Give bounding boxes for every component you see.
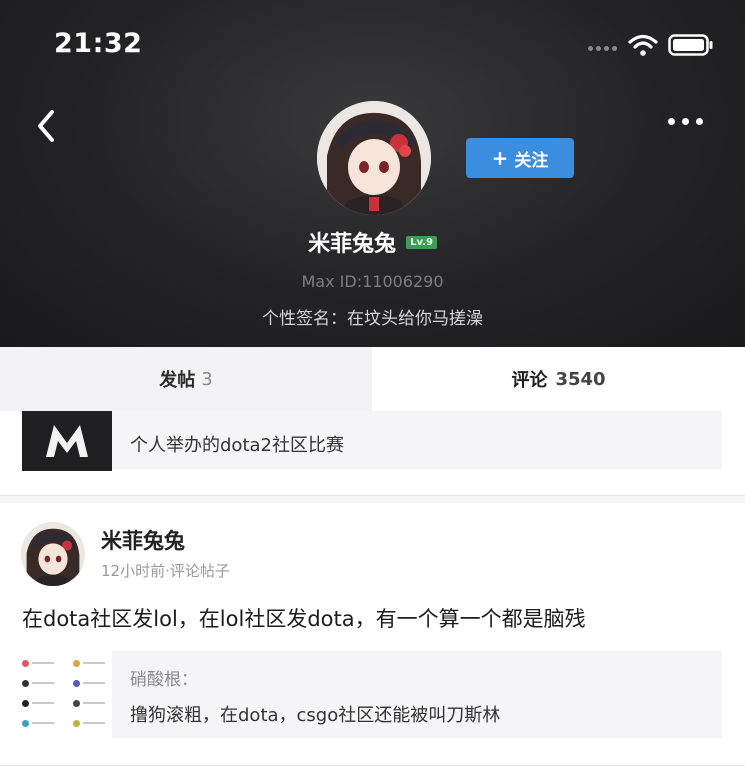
profile-header: 21:32 + 关注 米菲兔兔 Lv.9 Max ID:11006290 个性签…	[0, 0, 745, 347]
quoted-post-title: 个人举办的dota2社区比赛	[130, 435, 344, 456]
divider	[0, 765, 745, 766]
level-badge: Lv.9	[406, 235, 437, 249]
tab-bar: 发帖 3 评论 3540	[0, 347, 745, 411]
signal-icon	[588, 46, 617, 51]
avatar-image	[317, 101, 431, 215]
signature: 个性签名：在坟头给你马搓澡	[262, 309, 483, 329]
tab-comments[interactable]: 评论 3540	[372, 347, 745, 411]
comment-avatar[interactable]	[21, 522, 85, 586]
tab-comments-label: 评论	[511, 370, 548, 391]
tab-comments-count: 3540	[555, 368, 606, 390]
max-id: Max ID:11006290	[301, 272, 444, 291]
avatar-image	[21, 522, 85, 586]
status-time: 21:32	[54, 28, 143, 59]
tab-posts[interactable]: 发帖 3	[0, 347, 372, 411]
more-button[interactable]	[668, 118, 703, 125]
m-logo-icon	[46, 425, 88, 457]
profile-name-row: 米菲兔兔 Lv.9	[0, 226, 745, 258]
profile-username: 米菲兔兔	[308, 232, 397, 257]
comment-meta: 12小时前·评论帖子	[101, 562, 230, 580]
tab-posts-count: 3	[201, 368, 213, 390]
comment-author[interactable]: 米菲兔兔	[101, 525, 185, 555]
quoted-post[interactable]: 个人举办的dota2社区比赛	[112, 411, 722, 469]
quoted-post-thumbnail[interactable]	[22, 653, 108, 733]
comment-card[interactable]: 个人举办的dota2社区比赛	[0, 411, 745, 496]
comment-body: 在dota社区发lol，在lol社区发dota，有一个算一个都是脑残	[22, 607, 586, 631]
quoted-comment-author: 硝酸根：	[130, 670, 198, 690]
battery-icon	[668, 34, 713, 56]
plus-icon: +	[491, 146, 509, 170]
follow-label: 关注	[514, 150, 549, 171]
follow-button[interactable]: + 关注	[466, 138, 574, 178]
back-button[interactable]	[32, 106, 64, 146]
wifi-icon	[628, 34, 658, 56]
avatar[interactable]	[317, 101, 431, 215]
quoted-comment-text: 撸狗滚粗，在dota，csgo社区还能被叫刀斯林	[130, 705, 501, 726]
comment-card[interactable]: 米菲兔兔 12小时前·评论帖子 在dota社区发lol，在lol社区发dota，…	[0, 503, 745, 772]
tab-posts-label: 发帖	[159, 370, 196, 391]
post-thumbnail[interactable]	[22, 411, 112, 471]
quoted-comment[interactable]: 硝酸根： 撸狗滚粗，在dota，csgo社区还能被叫刀斯林	[112, 651, 722, 738]
